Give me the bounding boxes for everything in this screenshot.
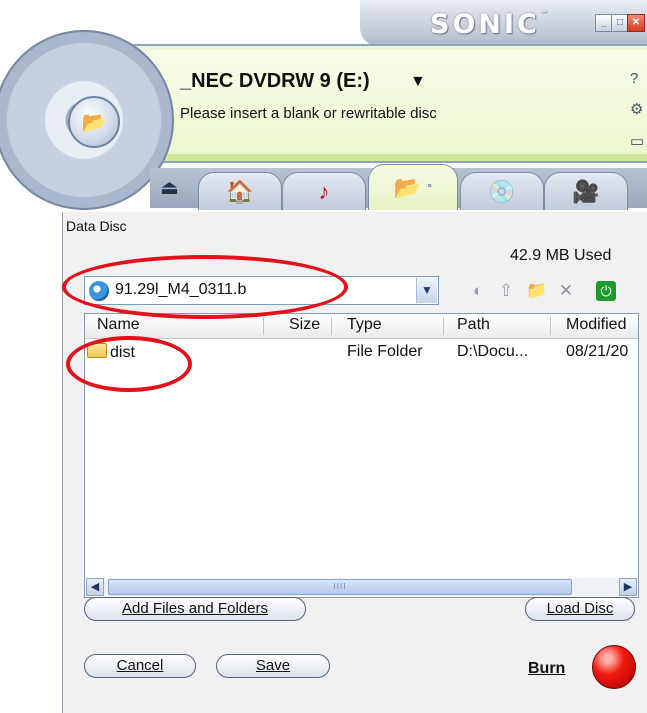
horizontal-scrollbar[interactable]: ◀ IIII ▶ [86,578,637,596]
brand-logo: SONIC™ [430,9,548,40]
video-camera-icon: 🎥 [572,178,600,204]
tab-data[interactable]: 📂 ° [368,164,458,210]
burn-label: Burn [528,660,566,677]
path-combobox[interactable]: 91.29l_M4_0311.b ▼ [84,276,439,305]
tab-copy[interactable]: 💿 [460,172,544,210]
column-divider[interactable] [443,317,444,335]
scroll-thumb[interactable]: IIII [108,579,572,595]
data-folder-icon: 📂 [393,174,422,200]
help-icon[interactable]: ? [630,70,647,88]
file-list[interactable]: Name Size Type Path Modified dist File F… [84,313,639,598]
drive-bar-inner [110,50,647,154]
scroll-right-icon[interactable]: ▶ [619,578,637,596]
column-divider[interactable] [263,317,264,335]
tab-video[interactable]: 🎥 [544,172,628,210]
scroll-left-icon[interactable]: ◀ [86,578,104,596]
column-modified[interactable]: Modified [566,316,626,334]
disc-status-text: Please insert a blank or rewritable disc [180,105,437,122]
home-icon: 🏠 [226,178,254,204]
column-type[interactable]: Type [347,316,382,334]
disc-open-button[interactable]: 📂 [68,96,120,148]
disc-copy-icon: 💿 [488,178,516,204]
table-row[interactable]: dist File Folder D:\Docu... 08/21/20 [85,341,638,363]
drive-dropdown-icon[interactable]: ▼ [410,73,426,91]
row-name: dist [87,343,135,362]
row-type: File Folder [347,343,423,360]
add-files-button[interactable]: Add Files and Folders [84,597,306,621]
drive-selector[interactable]: _NEC DVDRW 9 (E:) [180,70,370,93]
app-chrome: SONIC™ _ □ ✕ _NEC DVDRW 9 (E:) ▼ Please … [0,0,647,215]
up-icon[interactable]: ⇧ [496,281,516,301]
delete-icon[interactable]: ✕ [556,281,576,301]
tab-home[interactable]: 🏠 [198,172,282,210]
panel-title: Data Disc [66,218,127,234]
combo-dropdown-icon[interactable]: ▼ [416,278,437,303]
column-divider[interactable] [331,317,332,335]
path-value: 91.29l_M4_0311.b [115,281,247,298]
tab-indicator: ° [427,180,433,195]
folder-icon[interactable]: ▭ [630,132,647,150]
settings-icon[interactable]: ⚙ [630,100,647,118]
back-icon[interactable]: ◐ [468,281,488,301]
burn-button[interactable] [592,645,636,689]
eject-icon[interactable]: ⏏ [160,175,179,200]
disc-icon [89,281,109,301]
load-disc-button[interactable]: Load Disc [525,597,635,621]
list-header: Name Size Type Path Modified [85,314,638,339]
column-divider[interactable] [550,317,551,335]
column-path[interactable]: Path [457,316,490,334]
music-icon: ♪ [318,178,330,204]
column-name[interactable]: Name [97,316,140,334]
close-button[interactable]: ✕ [627,14,645,32]
folder-icon [87,343,107,358]
row-path: D:\Docu... [457,343,529,360]
new-folder-icon[interactable]: 📁 [526,281,547,301]
column-size[interactable]: Size [289,316,320,334]
row-modified: 08/21/20 [566,343,629,360]
space-used-label: 42.9 MB Used [510,247,612,264]
save-button[interactable]: Save [216,654,330,678]
cancel-button[interactable]: Cancel [84,654,196,678]
open-folder-icon: 📂 [81,111,107,134]
tab-music[interactable]: ♪ [282,172,366,210]
power-icon[interactable]: ⏻ [596,281,616,301]
